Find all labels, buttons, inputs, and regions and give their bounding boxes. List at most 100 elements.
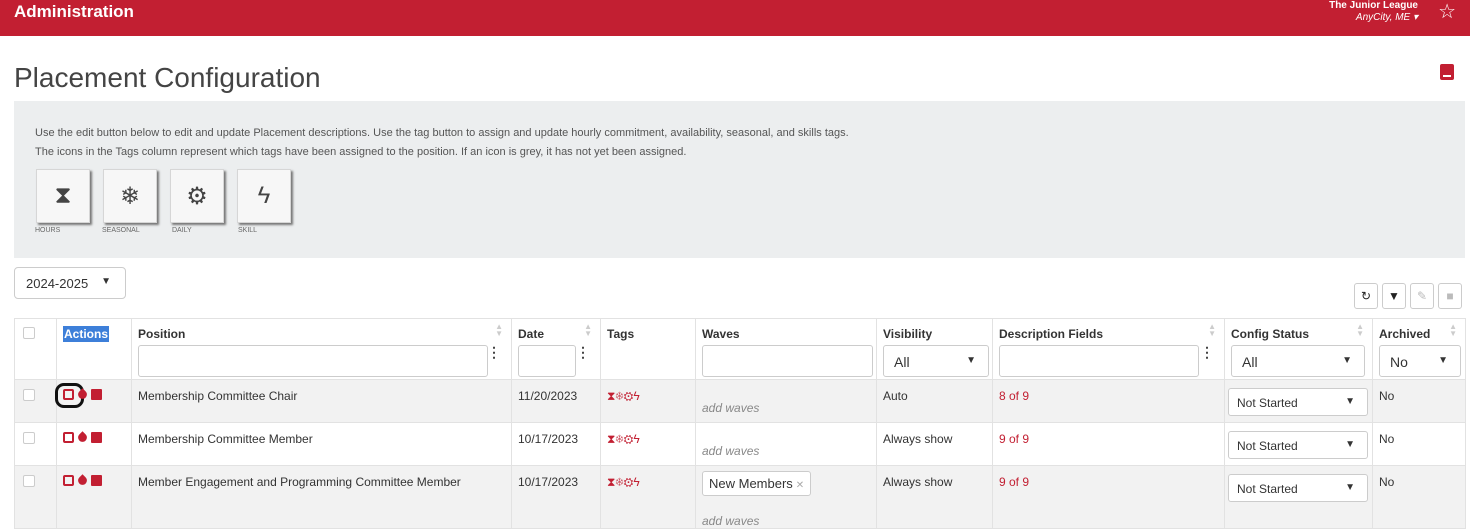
description-count-link[interactable]: 9 of 9: [999, 475, 1029, 489]
waves-cell: New Members ✕ add waves: [695, 465, 877, 529]
kebab-icon[interactable]: ⋮: [487, 345, 501, 359]
config-status-cell: Not Started ▼: [1224, 422, 1373, 466]
waves-header-label: Waves: [702, 327, 740, 341]
add-waves-link[interactable]: add waves: [702, 514, 870, 528]
config-status-cell: Not Started ▼: [1224, 379, 1373, 423]
star-icon[interactable]: ☆: [1438, 2, 1456, 22]
instructions-line-2: The icons in the Tags column represent w…: [35, 146, 687, 158]
chevron-down-icon: ▼: [966, 355, 976, 366]
wave-chip[interactable]: New Members ✕: [702, 471, 812, 496]
bulk-edit-button[interactable]: ✎: [1410, 283, 1434, 309]
instructions-line-1: Use the edit button below to edit and up…: [35, 127, 849, 139]
actions-header-label: Actions: [63, 326, 110, 342]
refresh-button[interactable]: ↻: [1354, 283, 1378, 309]
date-filter-input[interactable]: [518, 345, 576, 377]
tag-status-icons: ⧗❄⚙ϟ: [607, 389, 640, 403]
config-status-select[interactable]: Not Started ▼: [1228, 388, 1368, 416]
kebab-icon[interactable]: ⋮: [1200, 345, 1214, 359]
archived-filter-value: No: [1390, 354, 1408, 370]
kebab-icon[interactable]: ⋮: [576, 345, 590, 359]
row-actions: [56, 465, 132, 529]
instructions-panel: Use the edit button below to edit and up…: [14, 101, 1465, 258]
config-status-select[interactable]: Not Started ▼: [1228, 474, 1368, 502]
date-cell: 10/17/2023: [511, 465, 601, 529]
sort-icon[interactable]: ▲ ▼: [1449, 323, 1457, 338]
sort-icon[interactable]: ▲ ▼: [495, 323, 503, 338]
config-status-cell: Not Started ▼: [1224, 465, 1373, 529]
tag-label-hours: HOURS: [35, 227, 61, 234]
sort-icon[interactable]: ▲ ▼: [584, 323, 592, 338]
table-header-row: Actions Position ▲ ▼ ⋮ Date ▲ ▼ ⋮ Tags Wav…: [14, 318, 1466, 380]
row-checkbox[interactable]: [23, 389, 35, 401]
description-fields-cell: 9 of 9: [992, 465, 1225, 529]
top-navbar: Administration The Junior League AnyCity…: [0, 0, 1470, 36]
select-all-cell: [14, 318, 57, 380]
year-select[interactable]: 2024-2025 ▼: [14, 267, 126, 299]
tag-label-skill: SKILL: [238, 227, 258, 234]
header-description-fields[interactable]: Description Fields ▲ ▼ ⋮: [992, 318, 1225, 380]
header-date[interactable]: Date ▲ ▼ ⋮: [511, 318, 601, 380]
config-status-filter-select[interactable]: All ▼: [1231, 345, 1365, 377]
row-select-cell: [14, 465, 57, 529]
row-checkbox[interactable]: [23, 475, 35, 487]
app-title[interactable]: Administration: [14, 3, 134, 21]
header-actions: Actions: [56, 318, 132, 380]
bolt-icon: ϟ: [237, 169, 291, 223]
date-cell: 10/17/2023: [511, 422, 601, 466]
date-cell: 11/20/2023: [511, 379, 601, 423]
chevron-down-icon: ▼: [101, 276, 111, 287]
edit-icon[interactable]: [63, 432, 74, 443]
tags-cell: ⧗❄⚙ϟ: [600, 465, 696, 529]
config-status-select[interactable]: Not Started ▼: [1228, 431, 1368, 459]
edit-icon: ✎: [1416, 289, 1428, 303]
header-config-status[interactable]: Config Status ▲ ▼ All ▼: [1224, 318, 1373, 380]
archive-icon[interactable]: [91, 432, 102, 443]
archived-cell: No: [1372, 379, 1466, 423]
header-tags: Tags: [600, 318, 696, 380]
archive-icon[interactable]: [91, 475, 102, 486]
header-position[interactable]: Position ▲ ▼ ⋮: [131, 318, 512, 380]
select-all-checkbox[interactable]: [23, 327, 35, 339]
visibility-cell: Auto: [876, 379, 993, 423]
table-row: Member Engagement and Programming Commit…: [14, 465, 1466, 529]
header-archived[interactable]: Archived ▲ ▼ No ▼: [1372, 318, 1466, 380]
snowflake-icon: ❄: [103, 169, 157, 223]
chevron-down-icon: ▼: [1345, 396, 1355, 407]
waves-filter-input[interactable]: [702, 345, 873, 377]
visibility-cell: Always show: [876, 422, 993, 466]
archived-filter-select[interactable]: No ▼: [1379, 345, 1461, 377]
header-waves: Waves: [695, 318, 877, 380]
org-switcher[interactable]: The Junior League AnyCity, ME ▾: [1329, 0, 1418, 24]
book-icon[interactable]: [1440, 64, 1454, 80]
description-count-link[interactable]: 9 of 9: [999, 432, 1029, 446]
edit-icon[interactable]: [63, 475, 74, 486]
add-waves-link[interactable]: add waves: [702, 401, 870, 415]
sort-icon[interactable]: ▲ ▼: [1356, 323, 1364, 338]
archive-icon[interactable]: [91, 389, 102, 400]
visibility-filter-select[interactable]: All ▼: [883, 345, 989, 377]
position-cell: Member Engagement and Programming Commit…: [131, 465, 512, 529]
refresh-icon: ↻: [1360, 289, 1372, 303]
sort-icon[interactable]: ▲ ▼: [1208, 323, 1216, 338]
position-header-label: Position: [138, 327, 186, 341]
tag-icon[interactable]: [76, 474, 89, 487]
position-filter-input[interactable]: [138, 345, 488, 377]
config-status-value: Not Started: [1237, 482, 1298, 496]
position-cell: Membership Committee Member: [131, 422, 512, 466]
edit-icon[interactable]: [63, 389, 74, 400]
tags-header-label: Tags: [607, 327, 635, 341]
org-name: The Junior League: [1329, 0, 1418, 11]
bulk-delete-button[interactable]: ■: [1438, 283, 1462, 309]
year-select-value: 2024-2025: [26, 276, 89, 291]
tag-icon[interactable]: [76, 431, 89, 444]
tag-status-icons: ⧗❄⚙ϟ: [607, 432, 640, 446]
position-cell: Membership Committee Chair: [131, 379, 512, 423]
add-waves-link[interactable]: add waves: [702, 444, 870, 458]
filter-button[interactable]: ▼: [1382, 283, 1406, 309]
description-count-link[interactable]: 8 of 9: [999, 389, 1029, 403]
description-fields-filter-input[interactable]: [999, 345, 1199, 377]
wave-chip-label: New Members: [709, 476, 793, 491]
close-icon[interactable]: ✕: [796, 480, 804, 491]
table-row: Membership Committee Chair 11/20/2023 ⧗❄…: [14, 379, 1466, 423]
row-checkbox[interactable]: [23, 432, 35, 444]
